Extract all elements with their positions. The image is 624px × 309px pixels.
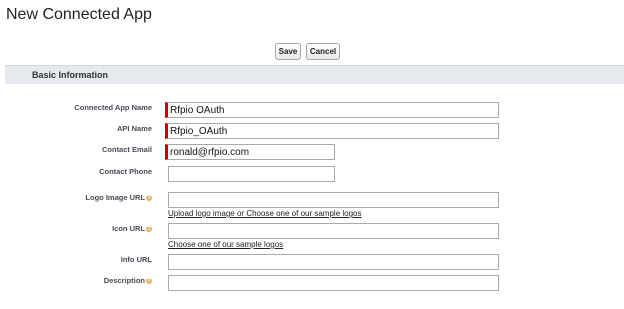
page-title: New Connected App [6,6,152,23]
section-header: Basic Information [5,65,624,84]
logo-image-url-label-text: Logo Image URL [85,193,145,202]
contact-phone-label: Contact Phone [99,167,152,176]
contact-email-input[interactable] [165,144,335,160]
logo-image-url-input[interactable] [168,192,499,208]
connected-app-name-input[interactable] [165,102,499,118]
description-input[interactable] [168,275,499,291]
description-label-text: Description [103,276,145,285]
icon-url-input[interactable] [168,223,499,239]
connected-app-name-label: Connected App Name [74,103,152,112]
api-name-label: API Name [116,124,152,133]
help-icon[interactable]: ? [146,278,152,285]
api-name-input[interactable] [165,123,499,139]
save-button[interactable]: Save [275,43,301,60]
or-text: or [236,209,245,218]
upload-logo-link[interactable]: Upload logo image [168,209,235,218]
description-label: Description? [2,276,152,285]
section-title: Basic Information [32,70,109,80]
contact-phone-input[interactable] [168,166,335,182]
icon-url-label: Icon URL? [2,224,152,233]
help-icon[interactable]: ? [146,226,152,233]
logo-image-url-label: Logo Image URL? [2,193,152,202]
contact-email-label: Contact Email [101,145,152,154]
info-url-label: Info URL [120,255,152,264]
cancel-button[interactable]: Cancel [306,43,340,60]
icon-url-label-text: Icon URL [112,224,145,233]
logo-links: Upload logo image or Choose one of our s… [168,209,362,218]
info-url-input[interactable] [168,254,499,270]
help-icon[interactable]: ? [146,195,152,202]
choose-sample-logos-link[interactable]: Choose one of our sample logos [246,209,361,218]
choose-sample-logos-icon-link[interactable]: Choose one of our sample logos [168,240,283,249]
